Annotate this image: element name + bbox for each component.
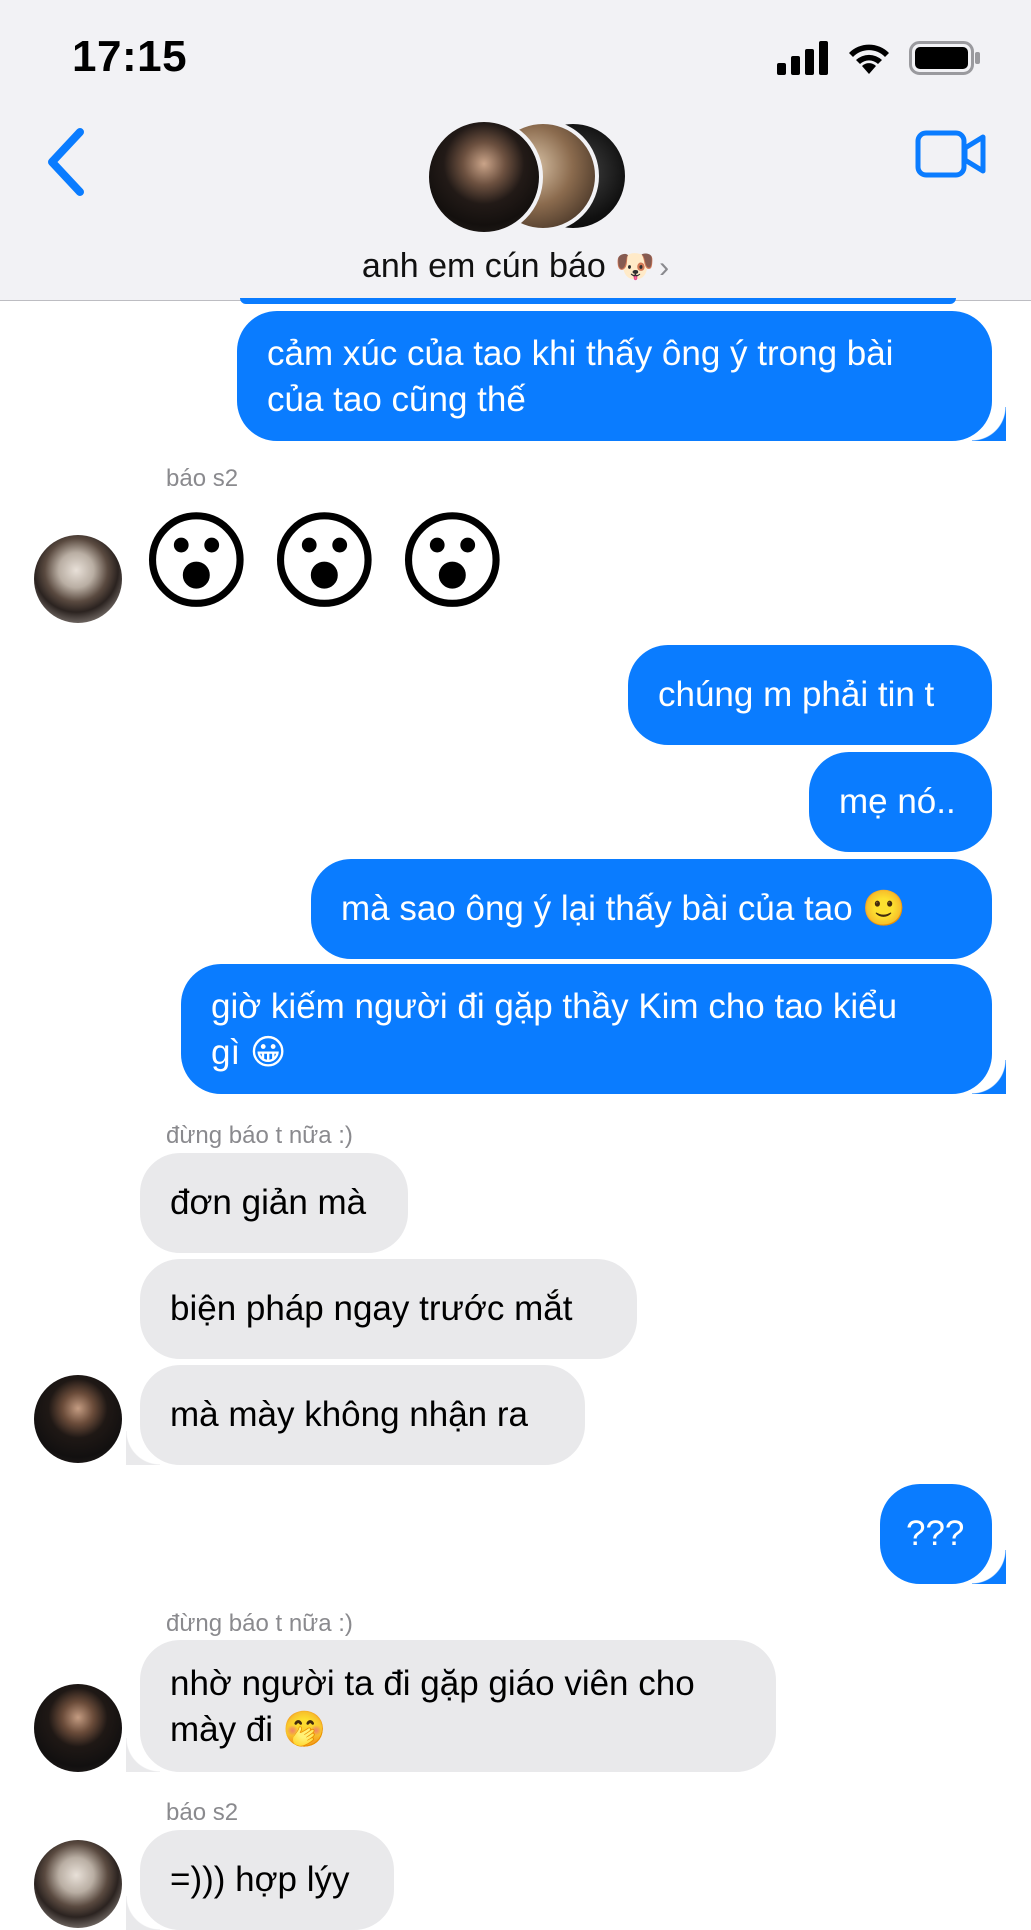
outgoing-message[interactable]: chúng m phải tin t xyxy=(628,645,992,745)
incoming-message[interactable]: biện pháp ngay trước mắt xyxy=(140,1259,637,1359)
message-text: nhờ người ta đi gặp giáo viên cho xyxy=(170,1664,695,1703)
sender-name: báo s2 xyxy=(166,465,239,492)
sender-avatar[interactable] xyxy=(34,535,122,623)
conversation-header: 17:15 anh em cún báo 🐶 › xyxy=(0,0,1031,301)
sender-avatar[interactable] xyxy=(34,1840,122,1928)
message-text: ??? xyxy=(906,1514,965,1553)
group-name-button[interactable]: anh em cún báo 🐶 › xyxy=(0,247,1031,286)
group-member-avatar xyxy=(425,118,543,236)
message-text: mày đi 🤭 xyxy=(170,1710,327,1749)
group-name-text: anh em cún báo xyxy=(361,247,606,285)
cellular-signal-icon xyxy=(777,41,828,75)
wifi-icon xyxy=(849,44,889,74)
chevron-left-icon xyxy=(48,128,84,196)
status-time: 17:15 xyxy=(72,32,188,81)
outgoing-message[interactable]: mẹ nó.. xyxy=(809,752,992,852)
message-text: đơn giản mà xyxy=(170,1183,367,1222)
status-icons xyxy=(777,38,981,78)
message-text: mà sao ông ý lại thấy bài của tao 🙂 xyxy=(341,889,907,928)
group-name-emoji: 🐶 xyxy=(615,248,656,284)
emoji-message[interactable]: 😮 xyxy=(140,503,253,621)
chevron-right-icon: › xyxy=(659,251,670,284)
back-button[interactable] xyxy=(40,124,96,200)
message-text: gì 😀 xyxy=(211,1033,287,1072)
incoming-message[interactable]: =))) hợp lýy xyxy=(126,1830,394,1930)
video-camera-icon xyxy=(915,130,986,178)
emoji-message[interactable]: 😮 xyxy=(396,503,509,621)
outgoing-message[interactable]: giờ kiếm người đi gặp thầy Kim cho tao k… xyxy=(181,964,1006,1094)
sender-name: đừng báo t nữa :) xyxy=(166,1610,353,1637)
incoming-message[interactable]: nhờ người ta đi gặp giáo viên cho mày đi… xyxy=(126,1640,776,1772)
message-text: mẹ nó.. xyxy=(839,782,956,821)
outgoing-message[interactable]: cảm xúc của tao khi thấy ông ý trong bài… xyxy=(237,311,1006,441)
battery-icon xyxy=(909,41,980,75)
message-text: mà mày không nhận ra xyxy=(170,1395,528,1434)
sender-name: đừng báo t nữa :) xyxy=(166,1122,353,1149)
sender-name: báo s2 xyxy=(166,1799,239,1826)
message-text: chúng m phải tin t xyxy=(658,675,935,714)
sender-avatar[interactable] xyxy=(34,1375,122,1463)
message-text: biện pháp ngay trước mắt xyxy=(170,1289,573,1328)
message-text: cảm xúc của tao khi thấy ông ý trong bài xyxy=(267,334,894,373)
message-text: của tao cũng thế xyxy=(267,380,526,419)
outgoing-message[interactable]: ??? xyxy=(880,1484,1006,1584)
video-call-button[interactable] xyxy=(915,128,987,180)
sender-avatar[interactable] xyxy=(34,1684,122,1772)
incoming-message[interactable]: đơn giản mà xyxy=(140,1153,408,1253)
emoji-message[interactable]: 😮 xyxy=(268,503,381,621)
incoming-message[interactable]: mà mày không nhận ra xyxy=(126,1365,585,1465)
message-text: giờ kiếm người đi gặp thầy Kim cho tao k… xyxy=(211,987,898,1026)
message-text: =))) hợp lýy xyxy=(170,1860,350,1899)
previous-message-edge xyxy=(240,298,956,304)
group-avatar-stack[interactable] xyxy=(425,118,629,236)
outgoing-message[interactable]: mà sao ông ý lại thấy bài của tao 🙂 xyxy=(311,859,992,959)
